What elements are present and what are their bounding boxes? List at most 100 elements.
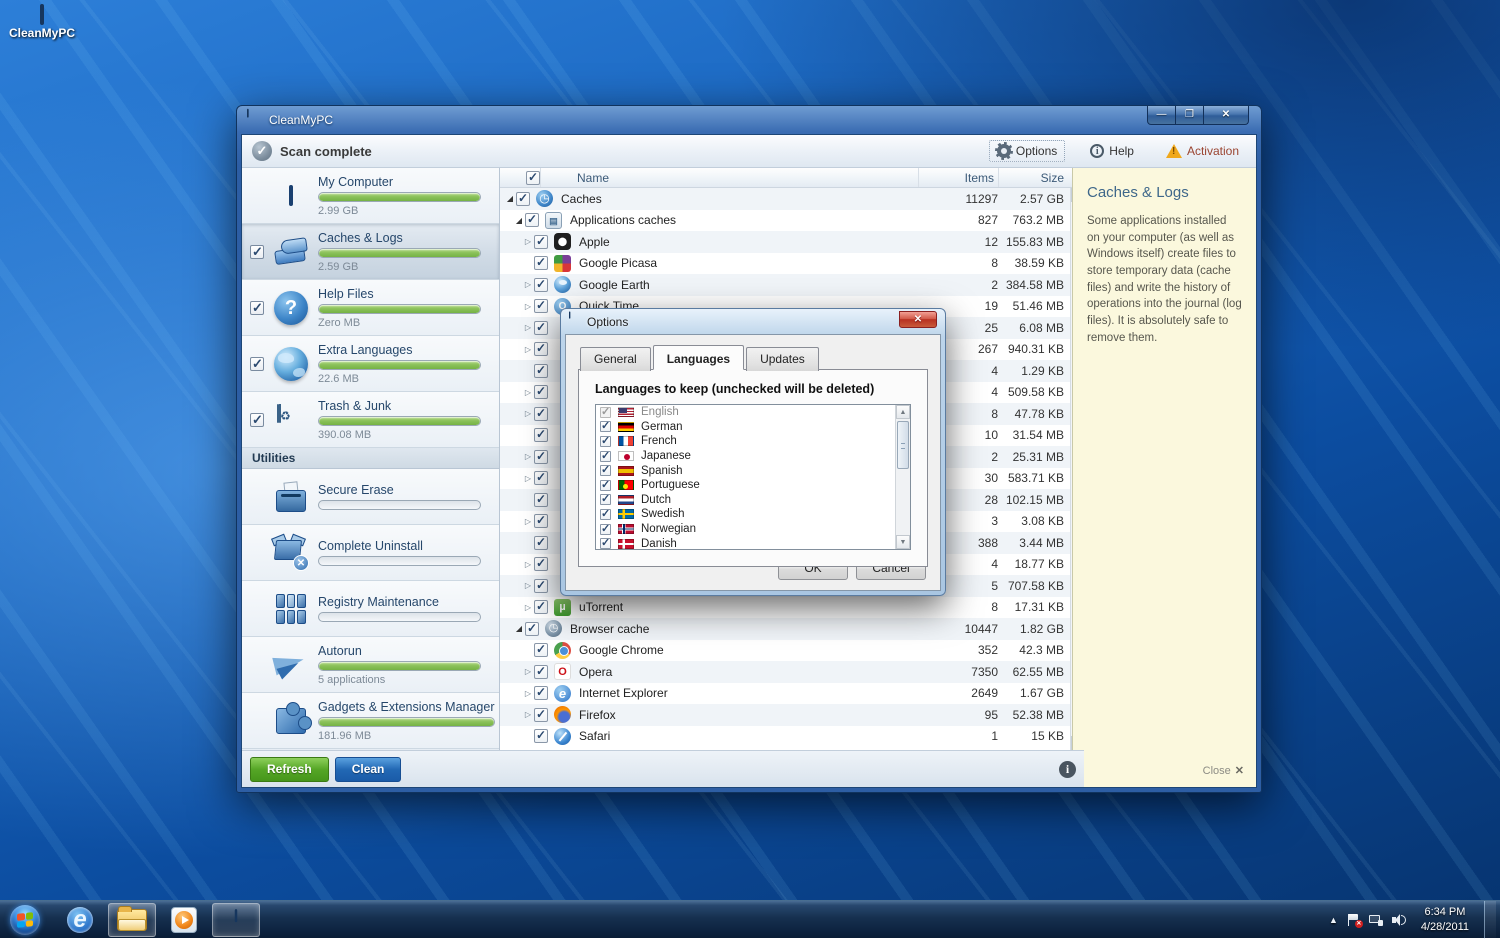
info-circle-icon[interactable]: i — [1059, 761, 1076, 778]
row-checkbox[interactable] — [534, 428, 548, 442]
language-item-french[interactable]: French — [596, 434, 910, 449]
row-checkbox[interactable] — [534, 536, 548, 550]
expanded-arrow-icon[interactable]: ◢ — [513, 624, 525, 633]
row-checkbox[interactable] — [534, 686, 548, 700]
language-item-dutch[interactable]: Dutch — [596, 493, 910, 508]
row-checkbox[interactable] — [534, 471, 548, 485]
close-button[interactable]: ✕ — [1204, 106, 1249, 125]
language-item-english[interactable]: English — [596, 405, 910, 420]
sidebar-item-checkbox[interactable] — [250, 413, 264, 427]
language-checkbox[interactable] — [600, 494, 611, 505]
select-all-checkbox[interactable] — [526, 171, 540, 185]
language-item-swedish[interactable]: Swedish — [596, 507, 910, 522]
table-row-internet-explorer[interactable]: ▷Internet Explorer26491.67 GB — [500, 683, 1084, 705]
volume-icon[interactable] — [1392, 914, 1406, 926]
expanded-arrow-icon[interactable]: ◢ — [513, 216, 525, 225]
dialog-close-button[interactable]: ✕ — [899, 311, 937, 328]
table-row-browser-cache[interactable]: ◢Browser cache104471.82 GB — [500, 618, 1084, 640]
collapsed-arrow-icon[interactable]: ▷ — [522, 581, 534, 590]
table-row-firefox[interactable]: ▷Firefox9552.38 MB — [500, 704, 1084, 726]
taskbar-cleanmypc[interactable] — [212, 903, 260, 937]
table-header[interactable]: Name Items Size — [500, 168, 1084, 188]
column-header-size[interactable]: Size — [998, 168, 1070, 187]
row-checkbox[interactable] — [534, 708, 548, 722]
row-checkbox[interactable] — [534, 342, 548, 356]
collapsed-arrow-icon[interactable]: ▷ — [522, 323, 534, 332]
language-checkbox[interactable] — [600, 451, 611, 462]
row-checkbox[interactable] — [534, 235, 548, 249]
collapsed-arrow-icon[interactable]: ▷ — [522, 710, 534, 719]
language-item-spanish[interactable]: Spanish — [596, 463, 910, 478]
table-row-opera[interactable]: ▷Opera735062.55 MB — [500, 661, 1084, 683]
refresh-button[interactable]: Refresh — [250, 757, 329, 782]
table-row-applications-caches[interactable]: ◢Applications caches827763.2 MB — [500, 210, 1084, 232]
row-checkbox[interactable] — [534, 407, 548, 421]
help-button[interactable]: i Help — [1083, 141, 1141, 161]
collapsed-arrow-icon[interactable]: ▷ — [522, 474, 534, 483]
language-checkbox[interactable] — [600, 421, 611, 432]
sidebar-item-trash-junk[interactable]: Trash & Junk390.08 MB — [242, 392, 499, 448]
tab-general[interactable]: General — [580, 347, 651, 371]
table-row-utorrent[interactable]: ▷uTorrent817.31 KB — [500, 597, 1084, 619]
sidebar-item-checkbox[interactable] — [250, 357, 264, 371]
clean-button[interactable]: Clean — [335, 757, 402, 782]
sidebar-item-registry-maintenance[interactable]: Registry Maintenance — [242, 581, 499, 637]
listbox-scrollbar-thumb[interactable] — [897, 421, 909, 469]
sidebar-item-checkbox[interactable] — [250, 301, 264, 315]
language-checkbox[interactable] — [600, 436, 611, 447]
table-row-google-chrome[interactable]: Google Chrome35242.3 MB — [500, 640, 1084, 662]
sidebar-item-help-files[interactable]: ?Help FilesZero MB — [242, 280, 499, 336]
collapsed-arrow-icon[interactable]: ▷ — [522, 667, 534, 676]
table-row-caches[interactable]: ◢Caches112972.57 GB — [500, 188, 1084, 210]
row-checkbox[interactable] — [534, 643, 548, 657]
minimize-button[interactable]: — — [1147, 106, 1176, 125]
row-checkbox[interactable] — [534, 364, 548, 378]
tab-updates[interactable]: Updates — [746, 347, 819, 371]
maximize-button[interactable]: ❐ — [1176, 106, 1204, 125]
activation-button[interactable]: Activation — [1159, 141, 1246, 161]
row-checkbox[interactable] — [534, 385, 548, 399]
table-row-google-earth[interactable]: ▷Google Earth2384.58 MB — [500, 274, 1084, 296]
language-item-portuguese[interactable]: Portuguese — [596, 478, 910, 493]
language-checkbox[interactable] — [600, 524, 611, 535]
collapsed-arrow-icon[interactable]: ▷ — [522, 689, 534, 698]
show-hidden-icons-arrow[interactable]: ▲ — [1329, 915, 1338, 925]
row-checkbox[interactable] — [534, 493, 548, 507]
row-checkbox[interactable] — [534, 665, 548, 679]
listbox-scroll-down-arrow[interactable]: ▼ — [896, 535, 910, 549]
action-center-flag-icon[interactable]: ✕ — [1347, 914, 1360, 926]
language-checkbox[interactable] — [600, 465, 611, 476]
sidebar-item-autorun[interactable]: Autorun5 applications — [242, 637, 499, 693]
row-checkbox[interactable] — [534, 579, 548, 593]
sidebar-item-complete-uninstall[interactable]: ✕Complete Uninstall — [242, 525, 499, 581]
expanded-arrow-icon[interactable]: ◢ — [504, 194, 516, 203]
sidebar-item-secure-erase[interactable]: Secure Erase — [242, 469, 499, 525]
options-button[interactable]: Options — [989, 140, 1065, 162]
window-titlebar[interactable]: CleanMyPC — ❐ ✕ — [241, 106, 1257, 134]
sidebar-item-my-computer[interactable]: My Computer2.99 GB — [242, 168, 499, 224]
taskbar-internet-explorer[interactable]: e — [56, 903, 104, 937]
language-checkbox[interactable] — [600, 538, 611, 549]
row-checkbox[interactable] — [534, 299, 548, 313]
collapsed-arrow-icon[interactable]: ▷ — [522, 603, 534, 612]
taskbar-media-player[interactable] — [160, 903, 208, 937]
collapsed-arrow-icon[interactable]: ▷ — [522, 452, 534, 461]
taskbar-windows-explorer[interactable] — [108, 903, 156, 937]
collapsed-arrow-icon[interactable]: ▷ — [522, 345, 534, 354]
network-icon[interactable] — [1369, 914, 1383, 926]
language-checkbox[interactable] — [600, 509, 611, 520]
column-header-items[interactable]: Items — [918, 168, 998, 187]
desktop-shortcut-cleanmypc[interactable]: CleanMyPC — [6, 6, 78, 40]
table-row-safari[interactable]: Safari115 KB — [500, 726, 1084, 748]
collapsed-arrow-icon[interactable]: ▷ — [522, 409, 534, 418]
show-desktop-button[interactable] — [1484, 901, 1496, 939]
collapsed-arrow-icon[interactable]: ▷ — [522, 280, 534, 289]
row-checkbox[interactable] — [525, 622, 539, 636]
sidebar-item-caches-logs[interactable]: Caches & Logs2.59 GB — [242, 224, 499, 280]
row-checkbox[interactable] — [525, 213, 539, 227]
language-item-norwegian[interactable]: Norwegian — [596, 522, 910, 537]
row-checkbox[interactable] — [534, 321, 548, 335]
tab-languages[interactable]: Languages — [653, 345, 744, 370]
collapsed-arrow-icon[interactable]: ▷ — [522, 388, 534, 397]
dialog-titlebar[interactable]: Options ✕ — [565, 309, 941, 334]
